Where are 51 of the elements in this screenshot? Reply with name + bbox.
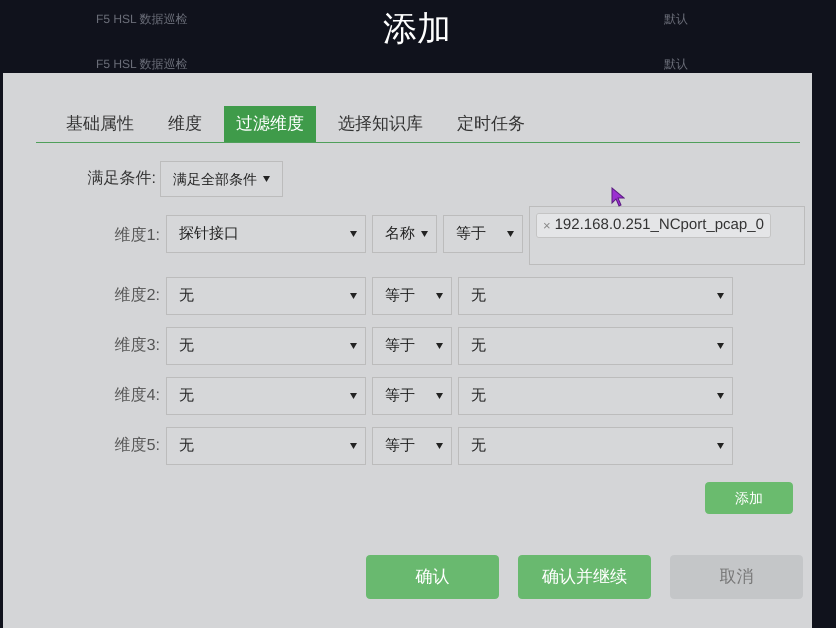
caret-icon bbox=[717, 293, 724, 299]
field-label: 维度4: bbox=[114, 386, 160, 406]
tab[interactable]: 过滤维度 bbox=[224, 106, 316, 142]
caret-icon bbox=[436, 343, 443, 349]
caret-icon bbox=[717, 343, 724, 349]
caret-icon bbox=[350, 393, 357, 399]
caret-icon bbox=[350, 343, 357, 349]
value-select[interactable]: 无 bbox=[458, 377, 733, 415]
operator-select[interactable]: 等于 bbox=[372, 327, 452, 365]
operator-select[interactable]: 等于 bbox=[372, 377, 452, 415]
operator-select[interactable]: 等于 bbox=[443, 215, 523, 253]
tag: × 192.168.0.251_NCport_pcap_0 bbox=[536, 213, 771, 238]
field-select[interactable]: 无 bbox=[166, 427, 366, 465]
value-select[interactable]: 无 bbox=[458, 327, 733, 365]
caret-icon bbox=[350, 293, 357, 299]
tag-input[interactable]: × 192.168.0.251_NCport_pcap_0 bbox=[529, 206, 805, 265]
operator-select[interactable]: 等于 bbox=[372, 277, 452, 315]
mouse-cursor-icon bbox=[611, 187, 625, 207]
operator-select[interactable]: 等于 bbox=[372, 427, 452, 465]
caret-icon bbox=[436, 293, 443, 299]
table-cell-text: 默认 bbox=[664, 56, 688, 73]
caret-icon bbox=[350, 443, 357, 449]
tab[interactable]: 维度 bbox=[156, 106, 214, 142]
caret-icon bbox=[717, 443, 724, 449]
field-label: 维度2: bbox=[114, 286, 160, 306]
caret-icon bbox=[436, 393, 443, 399]
field-label: 满足条件: bbox=[86, 168, 156, 189]
table-cell-text: 默认 bbox=[664, 11, 688, 28]
field-select[interactable]: 探针接口 bbox=[166, 215, 366, 253]
caret-icon bbox=[436, 443, 443, 449]
field-label: 维度3: bbox=[114, 336, 160, 356]
caret-icon bbox=[263, 176, 270, 182]
caret-icon bbox=[350, 231, 357, 237]
field-select[interactable]: 无 bbox=[166, 327, 366, 365]
tab[interactable]: 选择知识库 bbox=[326, 106, 435, 142]
tab[interactable]: 基础属性 bbox=[54, 106, 146, 142]
caret-icon bbox=[421, 231, 428, 237]
field-select[interactable]: 无 bbox=[166, 277, 366, 315]
tab[interactable]: 定时任务 bbox=[445, 106, 537, 142]
match-select[interactable]: 满足全部条件 bbox=[160, 161, 283, 197]
dialog-title: 添加 bbox=[383, 12, 451, 46]
caret-icon bbox=[717, 393, 724, 399]
field-label: 维度1: bbox=[114, 226, 160, 246]
attribute-select[interactable]: 名称 bbox=[372, 215, 437, 253]
field-label: 维度5: bbox=[114, 436, 160, 456]
table-cell-text: F5 HSL 数据巡检 bbox=[96, 56, 189, 73]
caret-icon bbox=[507, 231, 514, 237]
table-cell-text: F5 HSL 数据巡检 bbox=[96, 11, 189, 28]
value-select[interactable]: 无 bbox=[458, 277, 733, 315]
value-select[interactable]: 无 bbox=[458, 427, 733, 465]
field-select[interactable]: 无 bbox=[166, 377, 366, 415]
